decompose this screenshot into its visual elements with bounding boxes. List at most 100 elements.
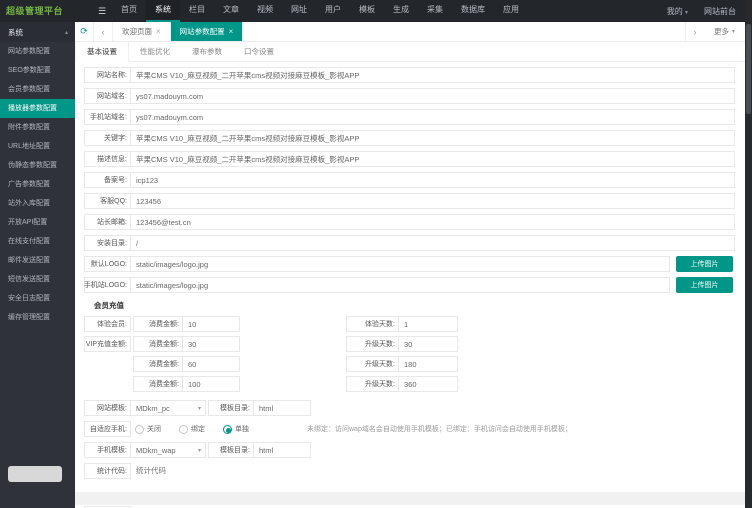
sidebar-item-rewrite-config[interactable]: 伪静态参数配置 (0, 156, 75, 175)
topmenu-database[interactable]: 数据库 (452, 0, 494, 22)
sidebar-item-member-config[interactable]: 会员参数配置 (0, 80, 75, 99)
radio-icon[interactable] (179, 424, 188, 434)
vip-days-input-2[interactable]: 180 (398, 356, 458, 372)
install-dir-label: 安装目录: (84, 235, 131, 251)
radio-label: 绑定 (191, 426, 205, 433)
pc-template-value: MDkm_pc (136, 403, 170, 413)
topmenu-article[interactable]: 文章 (214, 0, 248, 22)
subtab-password[interactable]: 口令设置 (233, 42, 285, 61)
sidebar-item-ad-config[interactable]: 广告参数配置 (0, 175, 75, 194)
sidebar-item-sms-config[interactable]: 短信发送配置 (0, 270, 75, 289)
service-qq-input[interactable]: 123456 (130, 193, 735, 209)
tab-welcome[interactable]: 欢迎页面 × (113, 22, 171, 41)
topmenu-home[interactable]: 首页 (112, 0, 146, 22)
hamburger-icon[interactable]: ☰ (92, 0, 112, 22)
sidebar-item-player-config[interactable]: 播放器参数配置 (0, 99, 75, 118)
topmenu-video[interactable]: 视频 (248, 0, 282, 22)
user-dropdown[interactable]: 我的 ▾ (667, 6, 688, 17)
site-domain-input[interactable]: ys07.madouym.com (130, 88, 735, 104)
description-input[interactable]: 苹果CMS V10_麻豆视频_二开苹果cms视频对接麻豆模板_影视APP (130, 151, 735, 167)
subtab-performance[interactable]: 性能优化 (129, 42, 181, 61)
site-name-input[interactable]: 苹果CMS V10_麻豆视频_二开苹果cms视频对接麻豆模板_影视APP (130, 67, 735, 83)
vip-days-input-3[interactable]: 360 (398, 376, 458, 392)
trial-amount-input[interactable]: 10 (182, 316, 240, 332)
pc-template-dir-input[interactable]: html (253, 400, 311, 416)
vip-amount-input-3[interactable]: 100 (182, 376, 240, 392)
member-row: 消费金额: 60 升级天数: 180 (84, 356, 745, 372)
email-input[interactable]: 123456@test.cn (130, 214, 735, 230)
close-icon[interactable]: × (156, 27, 161, 36)
upgrade-days-label: 升级天数: (346, 376, 399, 392)
form-row: 安装目录: / (84, 235, 745, 251)
sidebar-item-api-config[interactable]: 开放API配置 (0, 213, 75, 232)
service-qq-label: 客服QQ: (84, 193, 131, 209)
topmenu-category[interactable]: 栏目 (180, 0, 214, 22)
adaptive-option-off[interactable]: 关闭 (135, 424, 161, 434)
sidebar-item-log-config[interactable]: 安全日志配置 (0, 289, 75, 308)
sidebar-item-attachment-config[interactable]: 附件参数配置 (0, 118, 75, 137)
topmenu-system[interactable]: 系统 (146, 0, 180, 22)
stats-code-textarea[interactable]: 统计代码 (131, 463, 166, 476)
radio-checked-icon[interactable] (223, 424, 232, 434)
pc-template-label: 网站模板: (84, 400, 131, 416)
member-row: 体验会员: 消费金额: 10 体验天数: 1 (84, 316, 745, 332)
wap-template-dir-input[interactable]: html (253, 442, 311, 458)
adaptive-option-bind[interactable]: 绑定 (179, 424, 205, 434)
upgrade-days-label: 升级天数: (346, 356, 399, 372)
wap-template-select[interactable]: MDkm_wap ▾ (130, 442, 206, 458)
topmenu-template[interactable]: 模板 (350, 0, 384, 22)
scrollbar-thumb[interactable] (746, 24, 751, 114)
tab-more-dropdown[interactable]: 更多 ▾ (704, 22, 745, 41)
topmenu-apps[interactable]: 应用 (494, 0, 528, 22)
upgrade-days-label: 升级天数: (346, 336, 399, 352)
form-row: 描述信息: 苹果CMS V10_麻豆视频_二开苹果cms视频对接麻豆模板_影视A… (84, 151, 745, 167)
sidebar-group-system[interactable]: 系统 ▴ (0, 22, 75, 42)
keywords-input[interactable]: 苹果CMS V10_麻豆视频_二开苹果cms视频对接麻豆模板_影视APP (130, 130, 735, 146)
form-row: 客服QQ: 123456 (84, 193, 745, 209)
wap-logo-input[interactable]: static/images/logo.jpg (130, 277, 670, 293)
sidebar-group-label: 系统 (8, 27, 23, 37)
tab-site-config[interactable]: 网站参数配置 × (170, 22, 244, 41)
sidebar-item-email-config[interactable]: 邮件发送配置 (0, 251, 75, 270)
radio-icon[interactable] (135, 424, 144, 434)
sidebar-item-site-config[interactable]: 网站参数配置 (0, 42, 75, 61)
adaptive-option-standalone[interactable]: 单独 (223, 424, 249, 434)
topmenu-user[interactable]: 用户 (316, 0, 350, 22)
tab-scroll-left-icon[interactable]: ‹ (94, 22, 113, 41)
upload-wap-logo-button[interactable]: 上传图片 (676, 277, 733, 293)
frontend-link[interactable]: 网站前台 (704, 6, 736, 17)
sidebar-item-seo-config[interactable]: SEO参数配置 (0, 61, 75, 80)
sidebar-item-url-config[interactable]: URL地址配置 (0, 137, 75, 156)
pc-template-select[interactable]: MDkm_pc ▾ (130, 400, 206, 416)
topmenu-collect[interactable]: 采集 (418, 0, 452, 22)
trial-days-label: 体验天数: (346, 316, 399, 332)
refresh-icon[interactable]: ⟳ (75, 22, 94, 41)
logo-input[interactable]: static/images/logo.jpg (130, 256, 670, 272)
sidebar-item-cache-config[interactable]: 缓存管理配置 (0, 308, 75, 327)
keywords-label: 关键字: (84, 130, 131, 146)
upload-logo-button[interactable]: 上传图片 (676, 256, 733, 272)
topmenu-generate[interactable]: 生成 (384, 0, 418, 22)
sidebar-bottom-badge (8, 466, 62, 482)
logo-label: 默认LOGO: (84, 256, 131, 272)
install-dir-input[interactable]: / (130, 235, 735, 251)
vip-days-input-1[interactable]: 30 (398, 336, 458, 352)
subtab-waterfall[interactable]: 瀑布参数 (181, 42, 233, 61)
email-label: 站长邮箱: (84, 214, 131, 230)
subtab-basic[interactable]: 基本设置 (75, 42, 129, 62)
close-icon[interactable]: × (229, 27, 234, 36)
sidebar-item-pay-config[interactable]: 在线支付配置 (0, 232, 75, 251)
vip-amount-input-2[interactable]: 60 (182, 356, 240, 372)
wap-domain-input[interactable]: ys07.madouym.com (130, 109, 735, 125)
topmenu-website[interactable]: 网址 (282, 0, 316, 22)
empty-label (84, 376, 131, 392)
sidebar-item-external-config[interactable]: 站外入库配置 (0, 194, 75, 213)
icp-input[interactable]: icp123 (130, 172, 735, 188)
vip-amount-input-1[interactable]: 30 (182, 336, 240, 352)
page-scrollbar[interactable] (745, 0, 752, 508)
trial-days-input[interactable]: 1 (398, 316, 458, 332)
tab-scroll-right-icon[interactable]: › (684, 22, 704, 41)
form-row: 自适应手机: 关闭 绑定 单独 未绑定：访问wap域名会自动使用手机模板；已绑定… (84, 421, 745, 437)
empty-label (84, 356, 131, 372)
